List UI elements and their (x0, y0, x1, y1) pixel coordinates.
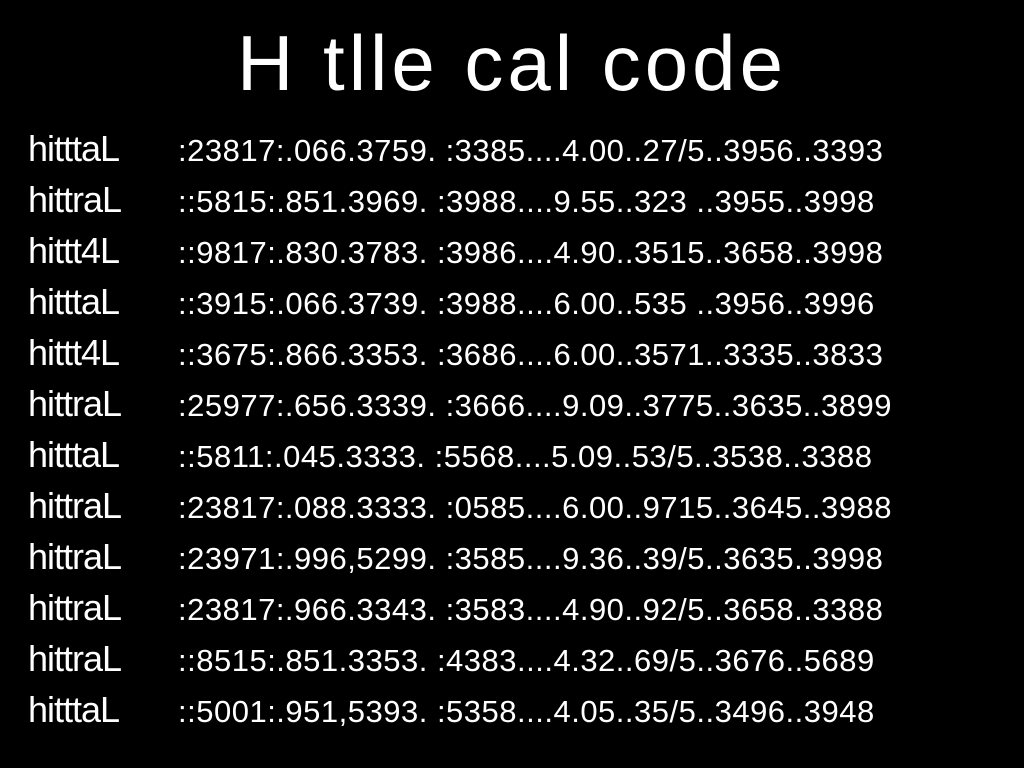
row-codes: :23817:.088.3333. :0585....6.00..9715..3… (178, 482, 892, 533)
row-codes: ::5001:.951,5393. :5358....4.05..35/5..3… (178, 686, 875, 737)
row-label: hittt4L (28, 327, 178, 378)
row-label: hittt4L (28, 225, 178, 276)
row-label: hittraL (28, 378, 178, 429)
code-row: hittraL :25977:.656.3339. :3666....9.09.… (28, 378, 996, 429)
row-label: hittraL (28, 174, 178, 225)
code-row: hitttaL ::5001:.951,5393. :5358....4.05.… (28, 684, 996, 735)
row-label: hitttaL (28, 684, 178, 735)
row-codes: ::5815:.851.3969. :3988....9.55..323 ..3… (178, 176, 875, 227)
code-row: hittraL ::8515:.851.3353. :4383....4.32.… (28, 633, 996, 684)
row-label: hitttaL (28, 276, 178, 327)
code-row: hitttaL ::3915:.066.3739. :3988....6.00.… (28, 276, 996, 327)
code-row: hittraL :23971:.996,5299. :3585....9.36.… (28, 531, 996, 582)
row-label: hittraL (28, 582, 178, 633)
row-codes: ::8515:.851.3353. :4383....4.32..69/5..3… (178, 635, 875, 686)
row-codes: ::9817:.830.3783. :3986....4.90..3515..3… (178, 227, 883, 278)
code-rows: hitttaL :23817:.066.3759. :3385....4.00.… (28, 123, 996, 735)
page-title: H tlle cal code (28, 18, 996, 109)
row-codes: :23817:.966.3343. :3583....4.90..92/5..3… (178, 584, 883, 635)
terminal-screen: H tlle cal code hitttaL :23817:.066.3759… (0, 0, 1024, 768)
row-label: hitttaL (28, 429, 178, 480)
code-row: hittraL :23817:.966.3343. :3583....4.90.… (28, 582, 996, 633)
code-row: hittraL ::5815:.851.3969. :3988....9.55.… (28, 174, 996, 225)
code-row: hittt4L ::3675:.866.3353. :3686....6.00.… (28, 327, 996, 378)
row-label: hittraL (28, 480, 178, 531)
row-codes: ::5811:.045.3333. :5568....5.09..53/5..3… (178, 431, 872, 482)
row-codes: :25977:.656.3339. :3666....9.09..3775..3… (178, 380, 892, 431)
row-codes: :23971:.996,5299. :3585....9.36..39/5..3… (178, 533, 883, 584)
row-codes: ::3675:.866.3353. :3686....6.00..3571..3… (178, 329, 883, 380)
code-row: hitttaL :23817:.066.3759. :3385....4.00.… (28, 123, 996, 174)
code-row: hittt4L ::9817:.830.3783. :3986....4.90.… (28, 225, 996, 276)
row-label: hittraL (28, 633, 178, 684)
row-label: hitttaL (28, 123, 178, 174)
code-row: hittraL :23817:.088.3333. :0585....6.00.… (28, 480, 996, 531)
row-codes: ::3915:.066.3739. :3988....6.00..535 ..3… (178, 278, 875, 329)
row-codes: :23817:.066.3759. :3385....4.00..27/5..3… (178, 125, 883, 176)
code-row: hitttaL ::5811:.045.3333. :5568....5.09.… (28, 429, 996, 480)
row-label: hittraL (28, 531, 178, 582)
